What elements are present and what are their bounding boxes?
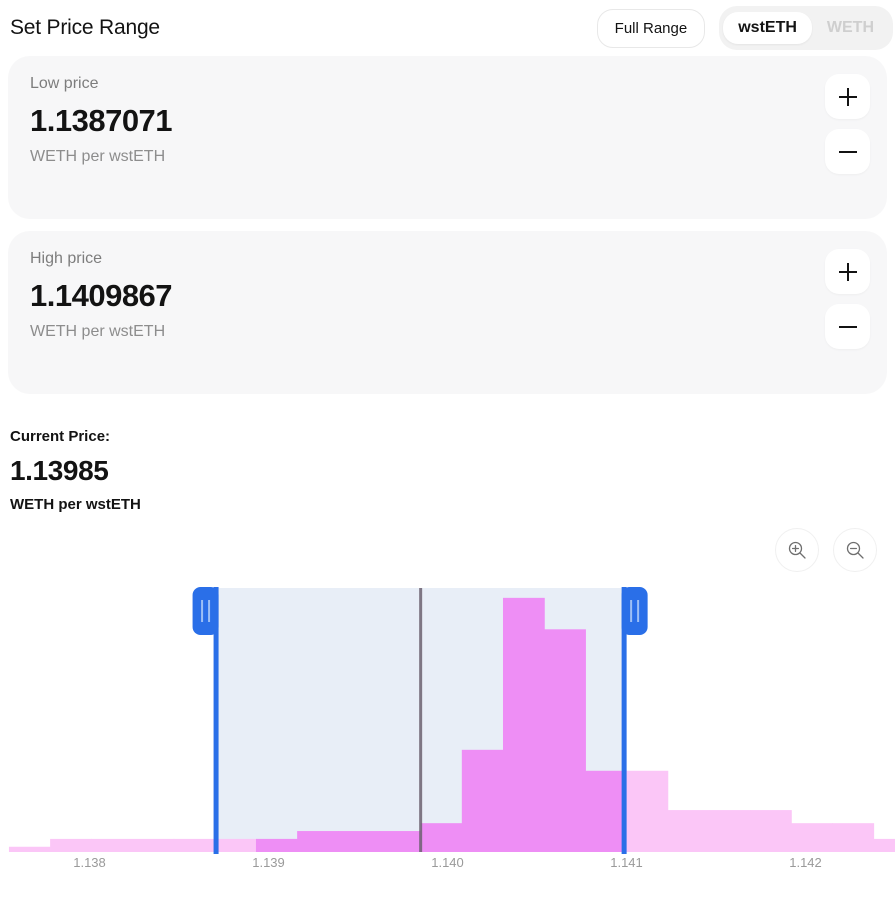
token-option-weth[interactable]: WETH [812, 12, 889, 44]
high-price-label: High price [30, 250, 103, 267]
liquidity-bar [379, 831, 422, 852]
liquidity-bar [8, 846, 51, 852]
low-price-value[interactable]: 1.1387071 [30, 103, 865, 139]
header-controls: Full Range wstETH WETH [596, 6, 893, 50]
current-price-unit: WETH per wstETH [10, 495, 141, 513]
axis-tick-label: 1.139 [252, 855, 285, 870]
high-price-unit: WETH per wstETH [30, 322, 166, 340]
plus-icon [838, 262, 857, 281]
liquidity-bar [544, 629, 586, 852]
current-price-value: 1.13985 [10, 455, 109, 486]
chart-x-axis: 1.138 1.139 1.140 1.141 1.142 [0, 855, 895, 881]
low-price-handle[interactable] [192, 587, 219, 854]
zoom-out-icon [846, 541, 864, 559]
liquidity-bar [873, 838, 895, 852]
liquidity-bar [50, 838, 92, 852]
liquidity-bar [297, 831, 339, 852]
minus-icon [838, 325, 857, 328]
minus-icon [838, 150, 857, 153]
liquidity-bar [420, 823, 463, 852]
liquidity-bar [708, 810, 751, 852]
liquidity-chart[interactable]: 1.138 1.139 1.140 1.141 1.142 [0, 580, 895, 905]
high-price-value[interactable]: 1.1409867 [30, 278, 865, 314]
liquidity-bar [832, 823, 875, 852]
current-price-label: Current Price: [10, 428, 111, 445]
liquidity-bar [626, 770, 669, 852]
zoom-in-icon [788, 541, 806, 559]
axis-tick-label: 1.142 [789, 855, 822, 870]
liquidity-bar [255, 838, 298, 852]
zoom-in-button[interactable] [775, 528, 819, 572]
liquidity-bar [791, 823, 833, 852]
liquidity-bar [750, 810, 792, 852]
low-price-unit: WETH per wstETH [30, 147, 166, 165]
high-price-stepper [825, 249, 870, 349]
current-price-line [419, 588, 423, 852]
liquidity-bar [461, 749, 504, 852]
low-price-increment-button[interactable] [825, 74, 870, 119]
liquidity-chart-svg[interactable] [0, 580, 895, 855]
low-price-card: Low price 1.1387071 WETH per wstETH [8, 56, 887, 219]
axis-tick-label: 1.141 [610, 855, 643, 870]
axis-tick-label: 1.138 [73, 855, 106, 870]
high-price-card: High price 1.1409867 WETH per wstETH [8, 231, 887, 394]
low-price-label: Low price [30, 75, 99, 92]
token-option-wsteth[interactable]: wstETH [723, 12, 812, 44]
liquidity-bar [502, 597, 545, 852]
high-price-decrement-button[interactable] [825, 304, 870, 349]
liquidity-bar [585, 770, 628, 852]
liquidity-bar [91, 838, 175, 852]
axis-tick-label: 1.140 [431, 855, 464, 870]
low-price-decrement-button[interactable] [825, 129, 870, 174]
token-toggle[interactable]: wstETH WETH [719, 6, 893, 50]
liquidity-bar [338, 831, 381, 852]
liquidity-bar [667, 810, 710, 852]
chart-zoom-controls [775, 528, 877, 572]
high-price-increment-button[interactable] [825, 249, 870, 294]
plus-icon [838, 87, 857, 106]
page-title: Set Price Range [10, 16, 160, 39]
low-price-stepper [825, 74, 870, 174]
full-range-button[interactable]: Full Range [596, 8, 706, 48]
zoom-out-button[interactable] [833, 528, 877, 572]
current-price-section: Current Price: 1.13985 WETH per wstETH [0, 406, 895, 513]
page-header: Set Price Range Full Range wstETH WETH [0, 0, 895, 56]
